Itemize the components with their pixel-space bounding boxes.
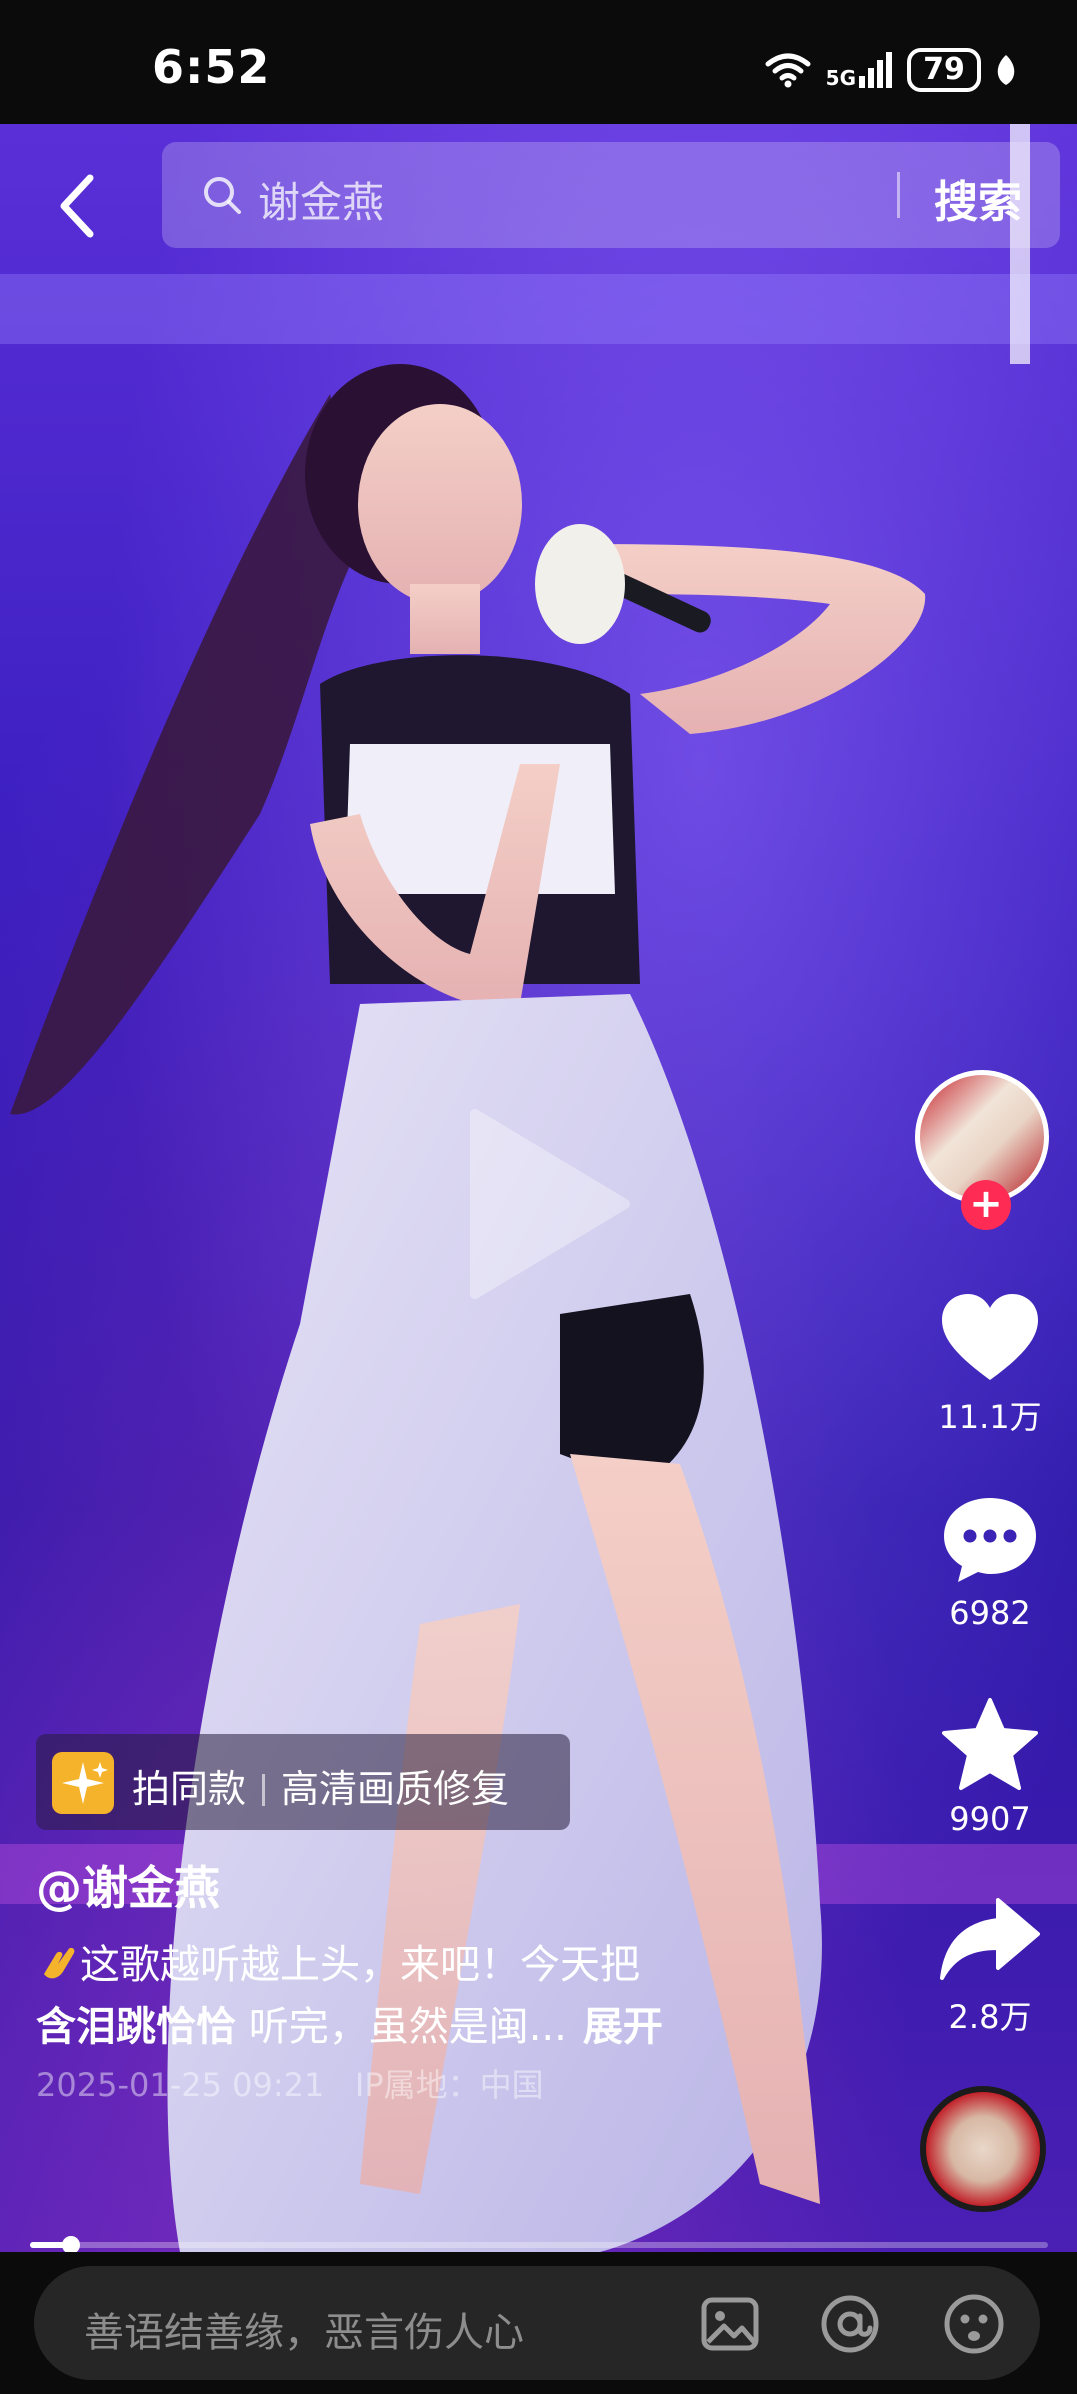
emoji-icon[interactable]: [942, 2292, 1006, 2356]
comment-bubble-icon: [944, 1498, 1036, 1582]
search-divider: [897, 172, 900, 218]
progress-bar[interactable]: [30, 2236, 1048, 2252]
star-icon: [942, 1698, 1038, 1790]
status-bar: 6:52 5G 79: [0, 0, 1077, 124]
comment-placeholder[interactable]: 善语结善缘，恶言伤人心: [84, 2300, 524, 2358]
favorite-button[interactable]: 9907: [920, 1696, 1060, 1838]
effect-chip-text[interactable]: 拍同款 高清画质修复: [132, 1758, 509, 1813]
share-button[interactable]: 2.8万: [920, 1894, 1060, 2038]
leaf-icon: [997, 55, 1015, 85]
ip-location: 中国: [479, 2066, 544, 2104]
play-icon[interactable]: [455, 1104, 635, 1304]
music-disc[interactable]: [920, 2086, 1046, 2212]
author-name[interactable]: @谢金燕: [36, 1852, 220, 1918]
back-arrow-icon[interactable]: [50, 166, 110, 246]
follow-plus-button[interactable]: +: [961, 1180, 1011, 1230]
comment-button[interactable]: 6982: [920, 1494, 1060, 1632]
expand-button[interactable]: 展开: [583, 2004, 663, 2050]
ip-label: IP属地：: [354, 2066, 480, 2104]
share-arrow-icon: [940, 1898, 1040, 1980]
hd-enhance-label[interactable]: 高清画质修复: [281, 1767, 509, 1811]
like-count: 11.1万: [938, 1398, 1042, 1436]
effect-chip[interactable]: 拍同款 高清画质修复: [36, 1734, 570, 1830]
battery-level: 79: [907, 48, 981, 92]
comment-input[interactable]: 善语结善缘，恶言伤人心: [34, 2266, 1040, 2380]
progress-knob[interactable]: [61, 2236, 80, 2252]
search-button[interactable]: 搜索: [934, 166, 1022, 230]
video-player[interactable]: 谢金燕 搜索 + 11.1万 6982 9907 2.8万 拍同款 高清画质修复…: [0, 124, 1077, 2252]
status-icons: 5G 79: [764, 48, 1017, 92]
post-date: 2025-01-25 09:21: [36, 2066, 325, 2104]
description-line-1: 这歌越听越上头，来吧！今天把: [36, 1932, 640, 1990]
search-icon: [204, 177, 241, 214]
mention-at-icon[interactable]: [818, 2292, 882, 2356]
heart-icon: [942, 1294, 1038, 1380]
signal-icon: [859, 52, 892, 88]
hashtag-link[interactable]: 含泪跳恰恰: [36, 2004, 236, 2050]
description-truncated: 听完，虽然是闽...: [236, 2004, 567, 2050]
description-line-2: 含泪跳恰恰 听完，虽然是闽... 展开: [36, 1994, 663, 2052]
comment-count: 6982: [949, 1594, 1031, 1632]
image-icon[interactable]: [698, 2292, 762, 2356]
share-count: 2.8万: [948, 1998, 1032, 2036]
chip-divider: [262, 1774, 266, 1806]
status-time: 6:52: [152, 40, 271, 94]
wifi-icon: [765, 53, 811, 88]
search-box[interactable]: 谢金燕 搜索: [162, 142, 1060, 248]
sparkle-icon: [52, 1752, 114, 1814]
author-avatar-group[interactable]: +: [915, 1070, 1055, 1230]
like-button[interactable]: 11.1万: [920, 1292, 1060, 1438]
network-type: 5G: [825, 66, 856, 90]
search-query[interactable]: 谢金燕: [258, 169, 384, 230]
post-meta: 2025-01-25 09:21 IP属地：中国: [36, 2060, 544, 2106]
same-style-label[interactable]: 拍同款: [132, 1767, 246, 1811]
clap-icon: [44, 1947, 75, 1979]
favorite-count: 9907: [949, 1800, 1031, 1838]
comment-bar: 善语结善缘，恶言伤人心: [0, 2252, 1077, 2394]
